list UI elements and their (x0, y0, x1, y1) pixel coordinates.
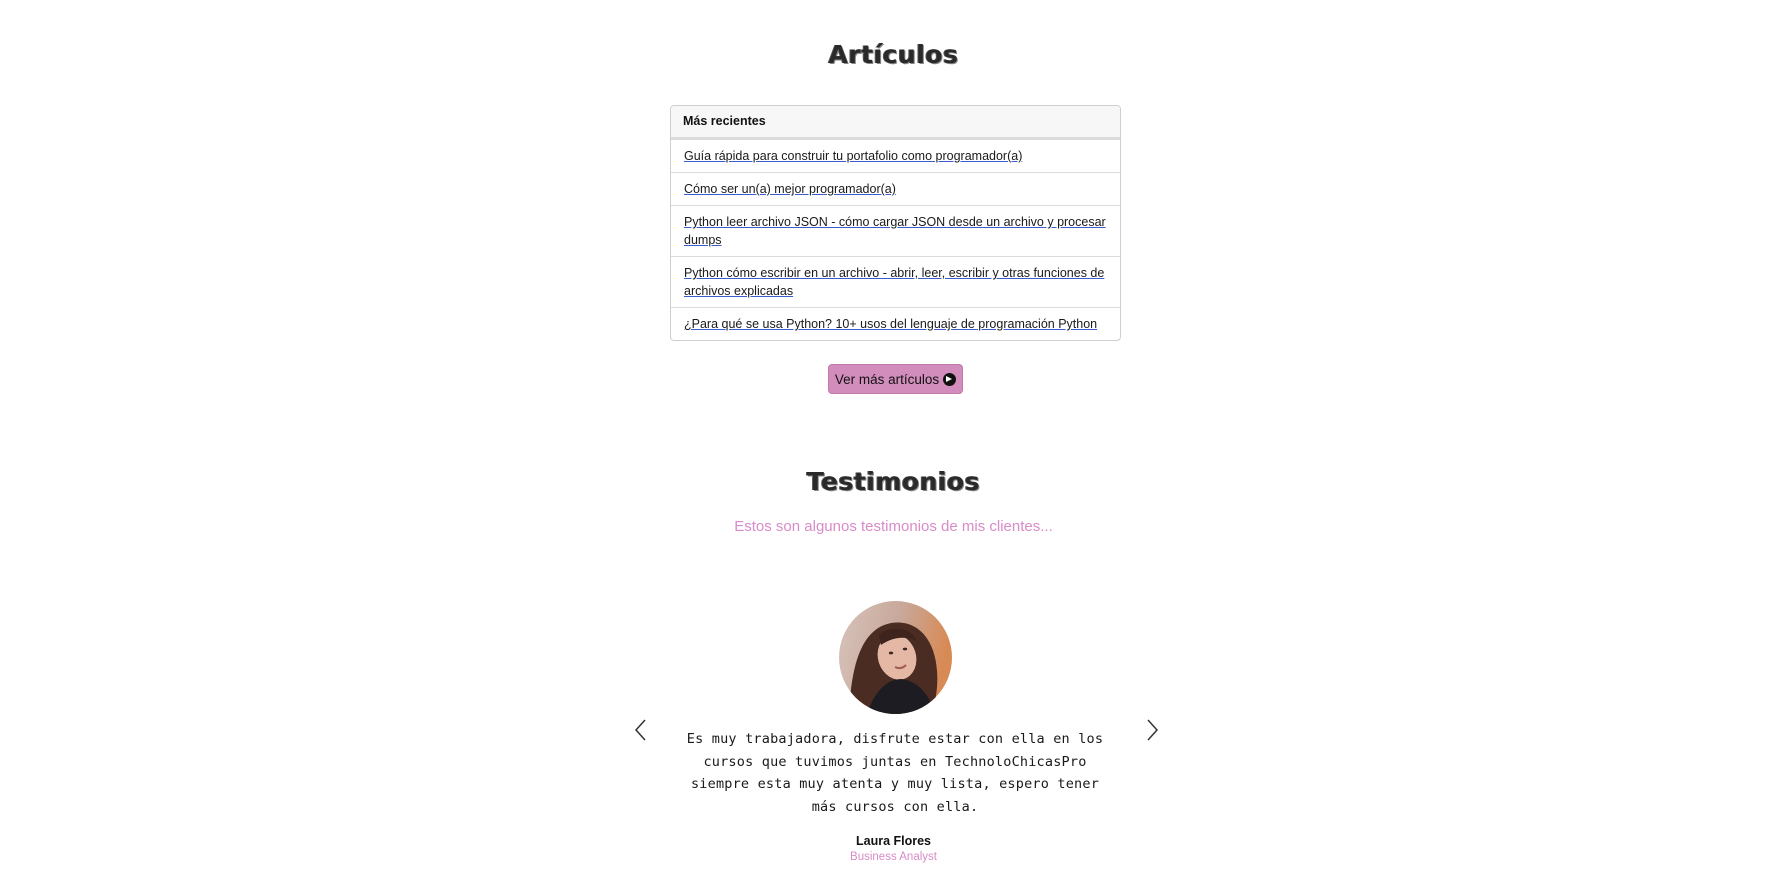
testimonials-section-title: Testimonios (806, 467, 981, 496)
articles-section-title: Artículos (828, 40, 959, 69)
carousel-prev-button[interactable] (631, 716, 651, 744)
list-item: Python cómo escribir en un archivo - abr… (671, 256, 1120, 307)
see-more-articles-label: Ver más artículos (834, 371, 940, 387)
testimonial-author-role: Business Analyst (850, 851, 937, 863)
testimonials-subtitle: Estos son algunos testimonios de mis cli… (734, 518, 1053, 535)
see-more-articles-button[interactable]: Ver más artículos (828, 364, 963, 394)
list-header: Más recientes (671, 106, 1120, 139)
list-item: Python leer archivo JSON - cómo cargar J… (671, 205, 1120, 256)
arrow-right-circle-icon (943, 372, 957, 386)
article-link[interactable]: Python leer archivo JSON - cómo cargar J… (684, 215, 1106, 247)
testimonial-avatar (839, 601, 952, 714)
chevron-right-icon (1147, 719, 1159, 741)
article-link[interactable]: Python cómo escribir en un archivo - abr… (684, 266, 1104, 298)
article-link[interactable]: Guía rápida para construir tu portafolio… (684, 149, 1022, 163)
article-link[interactable]: ¿Para qué se usa Python? 10+ usos del le… (684, 317, 1097, 331)
testimonial-author-name: Laura Flores (855, 834, 932, 848)
carousel-next-button[interactable] (1142, 716, 1162, 744)
article-link[interactable]: Cómo ser un(a) mejor programador(a) (684, 182, 896, 196)
list-item: ¿Para qué se usa Python? 10+ usos del le… (671, 307, 1120, 340)
chevron-left-icon (634, 719, 646, 741)
testimonial-quote: Es muy trabajadora, disfrute estar con e… (686, 731, 1104, 815)
list-item: Cómo ser un(a) mejor programador(a) (671, 172, 1120, 205)
list-item: Guía rápida para construir tu portafolio… (671, 139, 1120, 172)
recent-articles-list: Más recientes Guía rápida para construir… (670, 105, 1121, 341)
